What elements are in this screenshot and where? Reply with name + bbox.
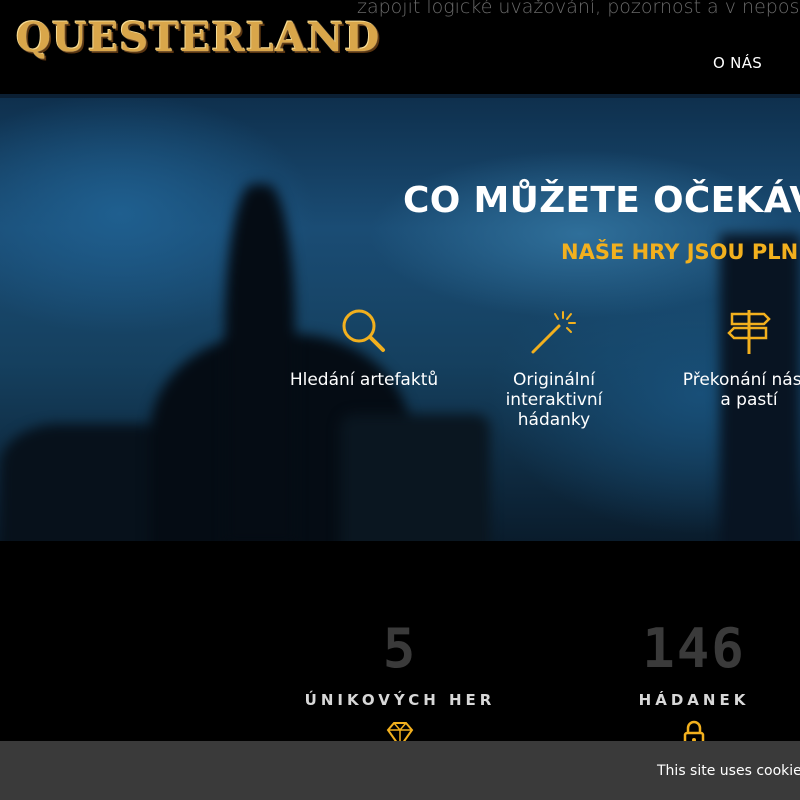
- feature-puzzles: Originální interaktivní hádanky: [484, 306, 624, 430]
- nav-item-about[interactable]: O NÁS: [713, 54, 762, 72]
- feature-label: Originální interaktivní hádanky: [505, 370, 603, 430]
- magnifier-icon: [342, 309, 385, 352]
- stat-label: ÚNIKOVÝCH HER: [304, 691, 496, 709]
- stat-label: HÁDANEK: [638, 691, 750, 709]
- stat-number: 146: [642, 617, 746, 680]
- cookie-text: This site uses cookies:: [657, 763, 800, 779]
- main-nav: O NÁS R: [713, 54, 800, 72]
- hero-divider: [0, 94, 800, 98]
- tagline-text: zapojit logické uvažování, pozornost a v…: [357, 0, 800, 18]
- cookie-bar: This site uses cookies:: [0, 741, 800, 800]
- feature-artifacts: Hledání artefaktů: [284, 306, 444, 390]
- feature-label: Hledání artefaktů: [289, 370, 439, 390]
- feature-label: Překonání nástr a pastí: [682, 370, 800, 410]
- stat-number: 5: [382, 617, 418, 680]
- logo[interactable]: QUESTERLAND: [16, 14, 380, 61]
- hero-section: CO MŮŽETE OČEKÁVA NAŠE HRY JSOU PLNÉ I H…: [0, 94, 800, 541]
- hero-background-shape: [340, 414, 490, 541]
- stat-escape-games: 5 ÚNIKOVÝCH HER: [300, 619, 500, 751]
- feature-traps: Překonání nástr a pastí: [664, 306, 800, 410]
- stat-puzzles: 146 HÁDANEK: [594, 619, 794, 751]
- site-header: QUESTERLAND zapojit logické uvažování, p…: [0, 0, 800, 94]
- signpost-icon: [727, 310, 771, 354]
- magic-wand-icon: [531, 311, 576, 354]
- hero-subtitle: NAŠE HRY JSOU PLNÉ I: [561, 240, 800, 264]
- hero-title: CO MŮŽETE OČEKÁVA: [403, 180, 800, 221]
- stats-section: 5 ÚNIKOVÝCH HER 146 HÁDANEK: [0, 541, 800, 750]
